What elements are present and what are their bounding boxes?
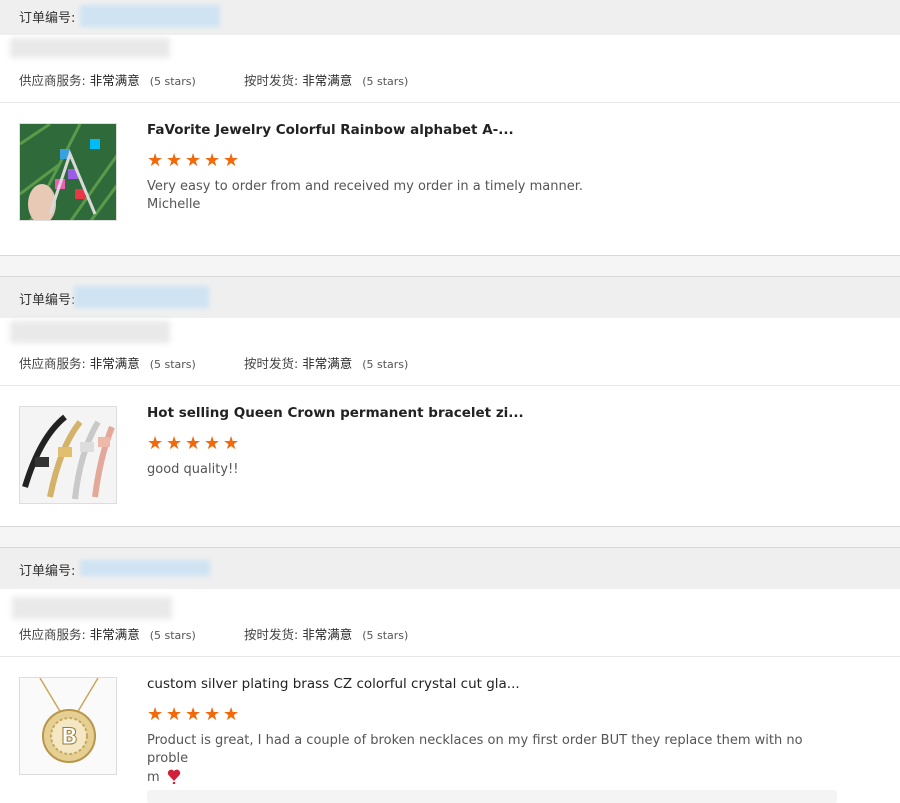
- redacted-order-number: [74, 286, 209, 308]
- divider: [0, 385, 900, 386]
- order-card: 订单编号: 供应商服务: 非常满意 (5 stars) 按时发货: 非常满意 (…: [0, 276, 900, 527]
- svg-text:B: B: [61, 725, 78, 750]
- seller-ratings: 供应商服务: 非常满意 (5 stars) 按时发货: 非常满意 (5 star…: [19, 70, 408, 89]
- product-image[interactable]: [19, 123, 117, 221]
- supplier-service-stars: (5 stars): [149, 358, 196, 371]
- heart-emoji-icon: [167, 769, 180, 785]
- divider: [0, 102, 900, 103]
- supplier-service-value: 非常满意: [89, 356, 140, 371]
- on-time-shipping-value: 非常满意: [302, 356, 353, 371]
- review-line: Product is great, I had a couple of brok…: [147, 733, 803, 766]
- redacted-order-number: [80, 560, 210, 576]
- supplier-service-value: 非常满意: [89, 73, 140, 88]
- on-time-shipping-label: 按时发货:: [244, 73, 299, 88]
- section-gap: [0, 256, 900, 276]
- rating-stars: ★ ★ ★ ★ ★: [147, 152, 241, 170]
- order-card: 订单编号: 供应商服务: 非常满意 (5 stars) 按时发货: 非常满意 (…: [0, 0, 900, 256]
- star-icon: ★: [185, 433, 202, 454]
- product-title[interactable]: custom silver plating brass CZ colorful …: [147, 676, 520, 692]
- on-time-shipping-value: 非常满意: [302, 73, 353, 88]
- order-number-label: 订单编号:: [19, 564, 76, 579]
- star-icon: ★: [223, 704, 240, 725]
- product-title[interactable]: FaVorite Jewelry Colorful Rainbow alphab…: [147, 122, 514, 138]
- redacted-info: [10, 321, 170, 343]
- review-line: good quality!!: [147, 462, 239, 477]
- section-gap: [0, 527, 900, 547]
- reply-box: [147, 790, 837, 803]
- on-time-shipping-stars: (5 stars): [362, 629, 409, 642]
- order-number-label: 订单编号:: [19, 11, 76, 26]
- on-time-shipping-label: 按时发货:: [244, 356, 299, 371]
- review-line: Michelle: [147, 197, 201, 212]
- on-time-shipping-stars: (5 stars): [362, 75, 409, 88]
- order-header: 订单编号:: [0, 548, 900, 589]
- redacted-info: [12, 597, 172, 619]
- on-time-shipping-label: 按时发货:: [244, 627, 299, 642]
- order-header: 订单编号:: [0, 277, 900, 318]
- star-icon: ★: [147, 433, 164, 454]
- product-image[interactable]: [19, 406, 117, 504]
- review-line: Very easy to order from and received my …: [147, 179, 584, 194]
- on-time-shipping-value: 非常满意: [302, 627, 353, 642]
- star-icon: ★: [185, 150, 202, 171]
- supplier-service-label: 供应商服务:: [19, 627, 86, 642]
- redacted-order-number: [80, 5, 220, 27]
- star-icon: ★: [166, 704, 183, 725]
- review-line: m: [147, 770, 160, 785]
- product-image[interactable]: B: [19, 677, 117, 775]
- seller-ratings: 供应商服务: 非常满意 (5 stars) 按时发货: 非常满意 (5 star…: [19, 353, 408, 372]
- order-header: 订单编号:: [0, 0, 900, 35]
- seller-ratings: 供应商服务: 非常满意 (5 stars) 按时发货: 非常满意 (5 star…: [19, 624, 408, 643]
- supplier-service-stars: (5 stars): [149, 75, 196, 88]
- star-icon: ★: [204, 704, 221, 725]
- star-icon: ★: [185, 704, 202, 725]
- star-icon: ★: [204, 433, 221, 454]
- on-time-shipping-stars: (5 stars): [362, 358, 409, 371]
- supplier-service-label: 供应商服务:: [19, 73, 86, 88]
- rating-stars: ★ ★ ★ ★ ★: [147, 435, 241, 453]
- star-icon: ★: [223, 150, 240, 171]
- star-icon: ★: [166, 433, 183, 454]
- supplier-service-stars: (5 stars): [149, 629, 196, 642]
- star-icon: ★: [147, 704, 164, 725]
- redacted-info: [10, 38, 170, 58]
- star-icon: ★: [166, 150, 183, 171]
- supplier-service-label: 供应商服务:: [19, 356, 86, 371]
- divider: [0, 656, 900, 657]
- order-number-label: 订单编号:: [19, 293, 76, 308]
- review-text: Product is great, I had a couple of brok…: [147, 732, 807, 787]
- supplier-service-value: 非常满意: [89, 627, 140, 642]
- review-text: Very easy to order from and received my …: [147, 178, 807, 214]
- star-icon: ★: [204, 150, 221, 171]
- star-icon: ★: [223, 433, 240, 454]
- order-card: 订单编号: 供应商服务: 非常满意 (5 stars) 按时发货: 非常满意 (…: [0, 547, 900, 803]
- rating-stars: ★ ★ ★ ★ ★: [147, 706, 241, 724]
- review-text: good quality!!: [147, 461, 807, 479]
- star-icon: ★: [147, 150, 164, 171]
- product-title[interactable]: Hot selling Queen Crown permanent bracel…: [147, 405, 524, 421]
